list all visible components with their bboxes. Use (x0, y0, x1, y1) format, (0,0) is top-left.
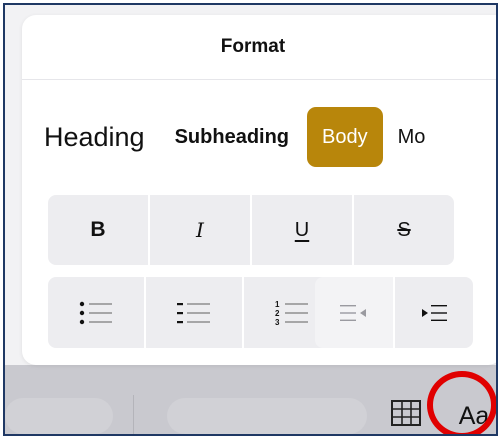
table-icon (391, 400, 421, 426)
format-panel: Format Heading Subheading Body Mo B I U … (22, 15, 496, 365)
strikethrough-label: S (397, 218, 411, 241)
style-subheading[interactable]: Subheading (175, 126, 289, 149)
title-divider (22, 79, 496, 80)
outdent-button[interactable] (315, 277, 393, 348)
style-body-selected[interactable]: Body (307, 107, 383, 167)
indent-group (315, 277, 473, 348)
list-style-group: 1 2 3 (48, 277, 340, 348)
panel-title: Format (220, 36, 286, 57)
outdent-icon (340, 304, 366, 321)
paragraph-style-row: Heading Subheading Body Mo (44, 105, 496, 169)
toolbar-blurred-control (167, 398, 367, 434)
style-more-truncated[interactable]: Mo (398, 126, 426, 149)
toolbar-divider (133, 395, 134, 434)
indent-icon (422, 304, 447, 321)
bold-label: B (90, 218, 106, 241)
bullet-list-icon (79, 301, 112, 324)
svg-text:1: 1 (275, 300, 280, 309)
italic-button[interactable]: I (150, 195, 250, 265)
strikethrough-button[interactable]: S (354, 195, 454, 265)
table-button[interactable] (391, 400, 421, 426)
text-format-button[interactable]: Aa (442, 392, 496, 434)
underline-label: U (294, 218, 310, 241)
svg-text:3: 3 (275, 318, 280, 327)
numbered-list-icon: 1 2 3 (275, 300, 308, 327)
style-heading[interactable]: Heading (44, 122, 145, 153)
svg-text:2: 2 (275, 309, 280, 318)
bullet-list-button[interactable] (48, 277, 144, 348)
bold-button[interactable]: B (48, 195, 148, 265)
italic-label: I (196, 218, 204, 242)
screenshot-frame: Format Heading Subheading Body Mo B I U … (3, 3, 498, 436)
underline-button[interactable]: U (252, 195, 352, 265)
indent-button[interactable] (395, 277, 473, 348)
dash-list-icon (177, 302, 210, 323)
dash-list-button[interactable] (146, 277, 242, 348)
toolbar-blurred-control (5, 398, 113, 434)
text-format-group: B I U S (48, 195, 454, 265)
